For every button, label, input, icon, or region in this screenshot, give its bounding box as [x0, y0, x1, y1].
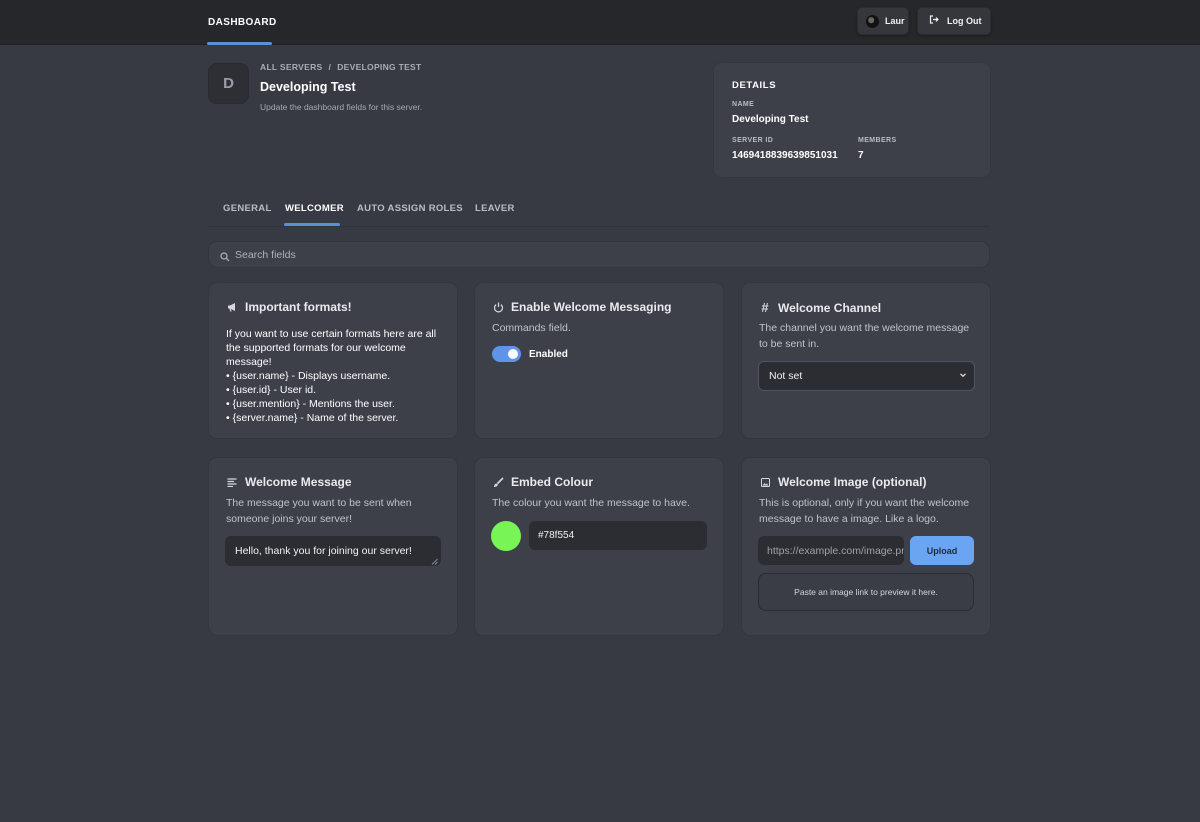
page-subtitle: Update the dashboard fields for this ser…: [260, 102, 423, 112]
formats-line: • {server.name} - Name of the server.: [226, 412, 399, 424]
enable-welcome-description: Commands field.: [492, 322, 571, 334]
members-label: MEMBERS: [858, 137, 897, 144]
formats-title-text: Important formats!: [245, 300, 352, 314]
breadcrumb-current-server[interactable]: DEVELOPING TEST: [337, 62, 421, 72]
formats-title: Important formats!: [226, 300, 352, 314]
breadcrumb-separator: /: [328, 62, 332, 72]
formats-line: • {user.id} - User id.: [226, 384, 317, 396]
enable-welcome-title-text: Enable Welcome Messaging: [511, 300, 672, 314]
tab-auto-assign-roles[interactable]: AUTO ASSIGN ROLES: [357, 203, 463, 214]
welcome-channel-description: The channel you want the welcome message…: [759, 322, 970, 350]
image-preview: Paste an image link to preview it here.: [758, 573, 974, 611]
nav-active-indicator: [207, 42, 272, 45]
formats-line: the supported formats for our welcome: [226, 342, 406, 354]
formats-line: • {user.mention} - Mentions the user.: [226, 398, 395, 410]
toggle-knob: [508, 349, 518, 359]
welcome-image-description: This is optional, only if you want the w…: [759, 497, 970, 525]
welcome-message-textarea[interactable]: Hello, thank you for joining our server!: [225, 536, 441, 566]
user-button[interactable]: Laur: [857, 7, 909, 35]
embed-colour-card: Embed Colour The colour you want the mes…: [474, 457, 724, 636]
image-url-input[interactable]: https://example.com/image.png: [758, 536, 904, 565]
welcome-message-title: Welcome Message: [226, 475, 352, 489]
tab-bar: GENERAL WELCOMER AUTO ASSIGN ROLES LEAVE…: [208, 196, 990, 227]
server-icon: D: [208, 63, 249, 104]
top-bar: DASHBOARD Laur Log Out: [0, 0, 1200, 45]
server-id-value: 1469418839639851031: [732, 150, 838, 161]
formats-line: message!: [226, 356, 272, 368]
upload-button[interactable]: Upload: [910, 536, 974, 565]
image-url-placeholder: https://example.com/image.png: [767, 544, 904, 557]
logout-button[interactable]: Log Out: [917, 7, 991, 35]
chevron-down-icon: [959, 370, 967, 378]
megaphone-icon: [226, 302, 238, 312]
brush-icon: [492, 476, 504, 488]
channel-select-value: Not set: [769, 370, 803, 382]
user-name: Laur: [885, 16, 905, 26]
page-title: Developing Test: [260, 80, 356, 94]
embed-colour-title-text: Embed Colour: [511, 475, 594, 489]
avatar: [866, 14, 879, 28]
tab-welcomer[interactable]: WELCOMER: [285, 203, 344, 214]
welcome-message-card: Welcome Message The message you want to …: [208, 457, 458, 636]
enable-welcome-card: Enable Welcome Messaging Commands field.…: [474, 282, 724, 439]
search-bar: [208, 241, 990, 268]
members-value: 7: [858, 150, 864, 161]
welcome-channel-title-text: Welcome Channel: [778, 300, 882, 315]
active-tab-indicator: [284, 223, 340, 226]
search-icon: [220, 249, 230, 262]
colour-hex-value: #78f554: [538, 530, 575, 541]
embed-colour-title: Embed Colour: [492, 475, 593, 489]
formats-card: Important formats! If you want to use ce…: [208, 282, 458, 439]
tab-general[interactable]: GENERAL: [223, 203, 272, 214]
tab-leaver[interactable]: LEAVER: [475, 203, 515, 214]
search-input[interactable]: [235, 242, 975, 267]
channel-select[interactable]: Not set: [758, 361, 975, 391]
welcome-image-title-text: Welcome Image (optional): [778, 475, 927, 489]
hash-icon: #: [761, 300, 769, 315]
welcome-message-value: Hello, thank you for joining our server!: [235, 545, 412, 557]
welcome-image-title: Welcome Image (optional): [759, 475, 926, 489]
welcome-image-card: Welcome Image (optional) This is optiona…: [741, 457, 991, 636]
enable-welcome-title: Enable Welcome Messaging: [492, 300, 672, 314]
colour-swatch[interactable]: [491, 521, 521, 551]
formats-list: If you want to use certain formats here …: [226, 327, 448, 425]
power-icon: [492, 302, 504, 313]
welcome-message-description: The message you want to be sent when som…: [226, 497, 412, 525]
name-value: Developing Test: [732, 114, 809, 125]
embed-colour-description: The colour you want the message to have.: [492, 497, 690, 509]
image-icon: [759, 477, 771, 487]
details-title: DETAILS: [732, 80, 777, 91]
formats-line: • {user.name} - Displays username.: [226, 370, 391, 382]
breadcrumb: ALL SERVERS / DEVELOPING TEST: [260, 62, 422, 72]
server-id-label: SERVER ID: [732, 137, 774, 144]
logout-icon: [929, 15, 939, 27]
formats-line: If you want to use certain formats here …: [226, 328, 437, 340]
name-label: NAME: [732, 101, 755, 108]
enable-welcome-toggle[interactable]: [492, 346, 521, 362]
welcome-message-title-text: Welcome Message: [245, 475, 352, 489]
logout-label: Log Out: [947, 16, 982, 26]
welcome-channel-card: # Welcome Channel The channel you want t…: [741, 282, 991, 439]
details-card: DETAILS NAME Developing Test SERVER ID 1…: [713, 62, 991, 178]
toggle-label: Enabled: [529, 349, 568, 360]
colour-hex-input[interactable]: #78f554: [529, 521, 707, 550]
nav-dashboard[interactable]: DASHBOARD: [208, 0, 277, 45]
resize-handle-icon[interactable]: [431, 556, 438, 565]
text-lines-icon: [226, 477, 238, 487]
welcome-channel-title: # Welcome Channel: [759, 300, 881, 315]
breadcrumb-all-servers[interactable]: ALL SERVERS: [260, 62, 323, 72]
